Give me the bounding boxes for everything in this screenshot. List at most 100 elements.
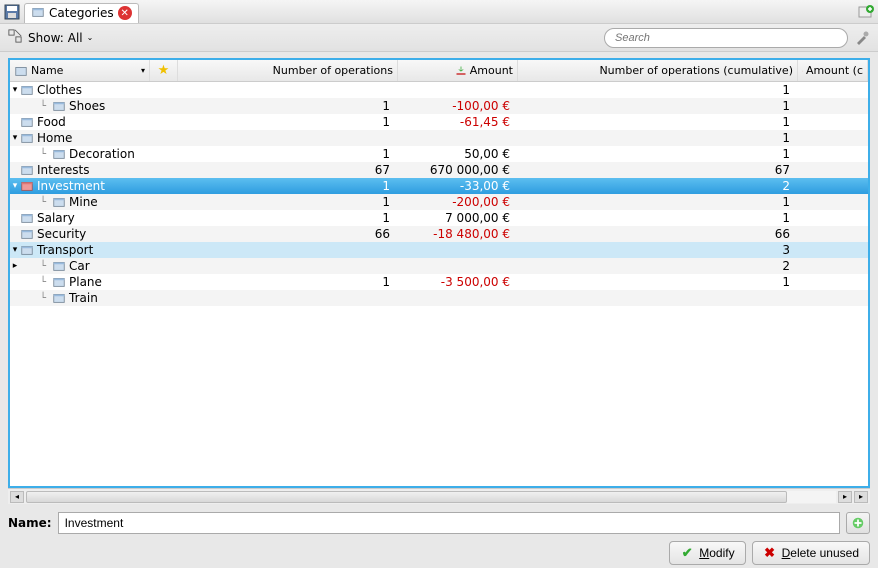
name-editor-row: Name: (0, 508, 878, 538)
column-header-amount[interactable]: Amount (398, 60, 518, 81)
name-cell: ▾ Home (10, 131, 150, 145)
wrench-icon[interactable] (854, 30, 870, 46)
table-row[interactable]: └Plane 1-3 500,00 €1 (10, 274, 868, 290)
column-header-operations-cumulative[interactable]: Number of operations (cumulative) (518, 60, 798, 81)
column-header-operations[interactable]: Number of operations (178, 60, 398, 81)
operations-cell: 1 (178, 275, 398, 289)
operations-cumulative-cell: 3 (518, 243, 798, 257)
tree-connector: └ (34, 277, 52, 288)
add-tab-icon[interactable] (858, 4, 874, 20)
scroll-track[interactable] (26, 491, 836, 503)
name-cell: Food (10, 115, 150, 129)
name-cell: ▾Investment (10, 179, 150, 193)
operations-cumulative-cell: 1 (518, 275, 798, 289)
column-header-name[interactable]: Name ▾ (10, 60, 150, 81)
category-icon (52, 259, 66, 273)
amount-cell: -18 480,00 € (398, 227, 518, 241)
table-row[interactable]: Salary17 000,00 €1 (10, 210, 868, 226)
category-icon (52, 99, 66, 113)
table-row[interactable]: └Shoes1-100,00 €1 (10, 98, 868, 114)
category-name: Security (37, 227, 86, 241)
table-row[interactable]: Security 66-18 480,00 €66 (10, 226, 868, 242)
operations-cumulative-cell: 1 (518, 147, 798, 161)
horizontal-scrollbar[interactable]: ◂ ▸ ▸ (8, 488, 870, 504)
amount-cell: -61,45 € (398, 115, 518, 129)
close-icon[interactable]: ✕ (118, 6, 132, 20)
tree-connector: └ (34, 197, 52, 208)
operations-cumulative-cell: 1 (518, 83, 798, 97)
category-name: Home (37, 131, 72, 145)
delete-unused-button[interactable]: ✖ Delete unused (752, 541, 870, 565)
table-row[interactable]: ▾Clothes1 (10, 82, 868, 98)
show-filter[interactable]: Show: All ⌄ (28, 31, 93, 45)
column-header-amount-cumulative[interactable]: Amount (c (798, 60, 868, 81)
star-icon: ★ (158, 63, 170, 78)
category-icon (20, 243, 34, 257)
operations-cell: 67 (178, 163, 398, 177)
operations-cumulative-cell: 1 (518, 195, 798, 209)
collapse-icon[interactable]: ▾ (10, 133, 20, 143)
tree-connector: └ (34, 149, 52, 160)
show-label-text: Show: (28, 31, 64, 45)
name-input[interactable] (58, 512, 840, 534)
amount-cell: -33,00 € (398, 179, 518, 193)
scroll-right-end-icon[interactable]: ▸ (854, 491, 868, 503)
category-name: Decoration (69, 147, 135, 161)
column-header-bookmark[interactable]: ★ (150, 60, 178, 81)
operations-cumulative-cell: 2 (518, 179, 798, 193)
check-icon: ✔ (680, 546, 694, 560)
operations-cumulative-cell: 2 (518, 259, 798, 273)
expand-icon[interactable]: ▸ (10, 261, 20, 271)
scroll-left-icon[interactable]: ◂ (10, 491, 24, 503)
action-buttons: ✔ Modify ✖ Delete unused (0, 538, 878, 568)
category-icon (52, 195, 66, 209)
category-icon (20, 179, 34, 193)
operations-cell: 1 (178, 147, 398, 161)
expand-collapse-icon[interactable] (8, 29, 22, 46)
name-cell: └Plane (10, 275, 150, 289)
category-name: Transport (37, 243, 93, 257)
collapse-icon[interactable]: ▾ (10, 85, 20, 95)
operations-cumulative-cell: 67 (518, 163, 798, 177)
delete-label: Delete unused (782, 546, 859, 560)
table-row[interactable]: ▾ Transport 3 (10, 242, 868, 258)
operations-cell: 1 (178, 99, 398, 113)
category-name: Mine (69, 195, 98, 209)
operations-cell: 66 (178, 227, 398, 241)
category-tree: Name ▾ ★ Number of operations Amount Num… (8, 58, 870, 488)
operations-cell: 1 (178, 195, 398, 209)
tab-icon (31, 5, 45, 22)
tree-body[interactable]: ▾Clothes1└Shoes1-100,00 €1Food1-61,45 €1… (10, 82, 868, 486)
table-row[interactable]: └Train (10, 290, 868, 306)
table-row[interactable]: Food1-61,45 €1 (10, 114, 868, 130)
table-row[interactable]: ▸└Car2 (10, 258, 868, 274)
category-name: Food (37, 115, 66, 129)
operations-cell: 1 (178, 211, 398, 225)
tab-title: Categories (49, 6, 114, 20)
x-icon: ✖ (763, 546, 777, 560)
table-row[interactable]: └ Decoration 150,00 €1 (10, 146, 868, 162)
amount-cell: -200,00 € (398, 195, 518, 209)
amount-cell: -100,00 € (398, 99, 518, 113)
operations-cumulative-cell: 66 (518, 227, 798, 241)
table-row[interactable]: ▾Investment1-33,00 €2 (10, 178, 868, 194)
amount-cell: 670 000,00 € (398, 163, 518, 177)
scroll-right-icon[interactable]: ▸ (838, 491, 852, 503)
category-icon (20, 163, 34, 177)
amount-cell: -3 500,00 € (398, 275, 518, 289)
collapse-icon[interactable]: ▾ (10, 245, 20, 255)
search-input[interactable] (604, 28, 848, 48)
collapse-icon[interactable]: ▾ (10, 181, 20, 191)
tab-categories[interactable]: Categories ✕ (24, 3, 139, 23)
table-row[interactable]: Interests67670 000,00 €67 (10, 162, 868, 178)
modify-button[interactable]: ✔ Modify (669, 541, 745, 565)
table-row[interactable]: ▾ Home 1 (10, 130, 868, 146)
scroll-thumb[interactable] (26, 491, 787, 503)
amount-cell: 50,00 € (398, 147, 518, 161)
add-button[interactable] (846, 512, 870, 534)
category-icon (20, 211, 34, 225)
operations-cumulative-cell: 1 (518, 131, 798, 145)
table-row[interactable]: └ Mine 1-200,00 €1 (10, 194, 868, 210)
save-icon[interactable] (4, 4, 20, 20)
operations-cumulative-cell: 1 (518, 99, 798, 113)
